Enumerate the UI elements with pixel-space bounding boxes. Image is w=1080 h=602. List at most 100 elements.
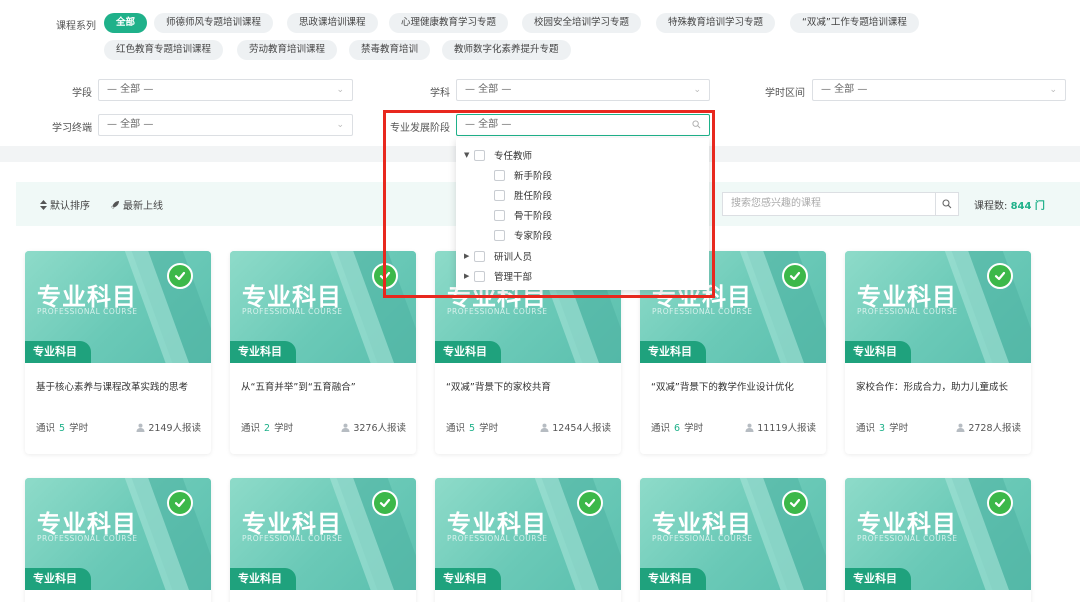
- caret-right-icon[interactable]: ▶: [464, 272, 474, 280]
- sort-default-button[interactable]: 默认排序: [40, 197, 90, 212]
- tree-node-expert[interactable]: 专家阶段: [494, 228, 552, 242]
- cover-subtitle: PROFESSIONAL COURSE: [37, 534, 138, 543]
- course-cover[interactable]: 专业科目 PROFESSIONAL COURSE 专业科目: [25, 478, 211, 590]
- dev-stage-select-value: — 全部 —: [465, 119, 512, 130]
- course-title[interactable]: 基于核心素养与课程改革实践的思考: [36, 379, 206, 393]
- category-badge: 专业科目: [435, 568, 501, 590]
- check-icon: [167, 263, 193, 289]
- cover-subtitle: PROFESSIONAL COURSE: [447, 534, 548, 543]
- sort-default-label: 默认排序: [50, 201, 90, 212]
- sort-newest-label: 最新上线: [123, 201, 163, 212]
- chip-red-education[interactable]: 红色教育专题培训课程: [104, 40, 224, 60]
- rocket-icon: [111, 200, 119, 209]
- course-cover[interactable]: 专业科目 PROFESSIONAL COURSE 专业科目: [230, 478, 416, 590]
- chip-special-edu[interactable]: 特殊教育培训学习专题: [656, 13, 776, 33]
- category-badge: 专业科目: [435, 341, 501, 363]
- checkbox[interactable]: [474, 149, 485, 161]
- caret-down-icon[interactable]: ▼: [464, 151, 474, 159]
- course-category: 通识: [446, 423, 466, 434]
- chip-safety[interactable]: 校园安全培训学习专题: [522, 13, 642, 33]
- course-count: 课程数: 844 门: [974, 197, 1045, 212]
- course-cover[interactable]: 专业科目 PROFESSIONAL COURSE 专业科目: [640, 478, 826, 590]
- course-search-input[interactable]: 搜索您感兴趣的课程: [722, 192, 952, 216]
- tree-node-researcher[interactable]: ▶ 研训人员: [464, 249, 532, 263]
- course-hours-value: 6: [674, 423, 681, 434]
- subject-select-value: — 全部 —: [465, 84, 512, 95]
- course-cover[interactable]: 专业科目 PROFESSIONAL COURSE 专业科目: [435, 478, 621, 590]
- tree-node-label: 专任教师: [494, 151, 533, 162]
- course-hours-unit: 学时: [479, 423, 499, 434]
- course-title[interactable]: 从“五育并举”到“五育融合”: [241, 379, 411, 393]
- course-title[interactable]: “双减”背景下的家校共育: [446, 379, 616, 393]
- course-category: 通识: [651, 423, 671, 434]
- caret-right-icon[interactable]: ▶: [464, 252, 474, 260]
- course-hours: 通识 5 学时: [446, 420, 498, 434]
- course-enrollment-text: 2149人报读: [148, 423, 201, 434]
- checkbox[interactable]: [494, 169, 505, 181]
- tree-node-label: 胜任阶段: [514, 191, 553, 202]
- cover-subtitle: PROFESSIONAL COURSE: [652, 307, 753, 316]
- tree-node-competent[interactable]: 胜任阶段: [494, 188, 552, 202]
- subject-select[interactable]: — 全部 — ⌄: [456, 79, 710, 101]
- course-title[interactable]: 家校合作：形成合力，助力儿童成长: [856, 379, 1026, 393]
- course-cover[interactable]: 专业科目 PROFESSIONAL COURSE 专业科目: [230, 251, 416, 363]
- course-enrollment-text: 3276人报读: [353, 423, 406, 434]
- tree-node-label: 研训人员: [494, 252, 533, 263]
- chip-all[interactable]: 全部: [104, 13, 148, 33]
- tree-node-label: 新手阶段: [514, 171, 553, 182]
- category-badge: 专业科目: [640, 341, 706, 363]
- checkbox[interactable]: [494, 189, 505, 201]
- hours-select[interactable]: — 全部 — ⌄: [812, 79, 1066, 101]
- chip-labor-education[interactable]: 劳动教育培训课程: [237, 40, 338, 60]
- chip-politics[interactable]: 思政课培训课程: [287, 13, 378, 33]
- stage-select[interactable]: — 全部 — ⌄: [98, 79, 353, 101]
- course-card[interactable]: 专业科目 PROFESSIONAL COURSE 专业科目 基于核心素养与课程改…: [25, 251, 211, 454]
- tree-node-full-time-teacher[interactable]: ▼ 专任教师: [464, 148, 532, 162]
- course-card[interactable]: 专业科目 PROFESSIONAL COURSE 专业科目 家校合作：形成合力，…: [845, 251, 1031, 454]
- course-card[interactable]: 专业科目 PROFESSIONAL COURSE 专业科目: [845, 478, 1031, 602]
- checkbox[interactable]: [474, 250, 485, 262]
- terminal-select[interactable]: — 全部 — ⌄: [98, 114, 353, 136]
- course-card[interactable]: 专业科目 PROFESSIONAL COURSE 专业科目: [230, 478, 416, 602]
- course-card[interactable]: 专业科目 PROFESSIONAL COURSE 专业科目 从“五育并举”到“五…: [230, 251, 416, 454]
- course-card[interactable]: 专业科目 PROFESSIONAL COURSE 专业科目: [435, 478, 621, 602]
- course-hours-value: 2: [264, 423, 271, 434]
- course-search-button[interactable]: [935, 192, 959, 216]
- course-cover[interactable]: 专业科目 PROFESSIONAL COURSE 专业科目: [845, 478, 1031, 590]
- user-icon: [136, 423, 145, 432]
- chip-double-reduction[interactable]: “双减”工作专题培训课程: [790, 13, 919, 33]
- course-cover[interactable]: 专业科目 PROFESSIONAL COURSE 专业科目: [25, 251, 211, 363]
- sort-newest-button[interactable]: 最新上线: [110, 197, 163, 212]
- course-hours: 通识 6 学时: [651, 420, 703, 434]
- course-enrollment: 3276人报读: [341, 420, 406, 434]
- chip-ethics[interactable]: 师德师风专题培训课程: [154, 13, 274, 33]
- tree-node-manager[interactable]: ▶ 管理干部: [464, 269, 532, 283]
- course-card[interactable]: 专业科目 PROFESSIONAL COURSE 专业科目: [25, 478, 211, 602]
- chevron-down-icon: ⌄: [1049, 85, 1057, 95]
- course-cover[interactable]: 专业科目 PROFESSIONAL COURSE 专业科目: [845, 251, 1031, 363]
- chip-mental-health[interactable]: 心理健康教育学习专题: [389, 13, 509, 33]
- course-enrollment: 2149人报读: [136, 420, 201, 434]
- dev-stage-select[interactable]: — 全部 —: [456, 114, 710, 136]
- category-badge: 专业科目: [25, 568, 91, 590]
- course-hours: 通识 3 学时: [856, 420, 908, 434]
- checkbox[interactable]: [494, 209, 505, 221]
- course-title[interactable]: “双减”背景下的教学作业设计优化: [651, 379, 821, 393]
- tree-node-novice[interactable]: 新手阶段: [494, 168, 552, 182]
- tree-node-label: 骨干阶段: [514, 211, 553, 222]
- checkbox[interactable]: [474, 270, 485, 282]
- checkbox[interactable]: [494, 229, 505, 241]
- cover-subtitle: PROFESSIONAL COURSE: [37, 307, 138, 316]
- category-badge: 专业科目: [640, 568, 706, 590]
- chip-digital-literacy[interactable]: 教师数字化素养提升专题: [442, 40, 571, 60]
- course-category: 通识: [241, 423, 261, 434]
- check-icon: [372, 490, 398, 516]
- course-hours-value: 5: [469, 423, 476, 434]
- chip-anti-drug[interactable]: 禁毒教育培训: [349, 40, 431, 60]
- check-icon: [987, 490, 1013, 516]
- check-icon: [577, 490, 603, 516]
- chevron-down-icon: ⌄: [336, 85, 344, 95]
- tree-node-backbone[interactable]: 骨干阶段: [494, 208, 552, 222]
- user-icon: [745, 423, 754, 432]
- course-card[interactable]: 专业科目 PROFESSIONAL COURSE 专业科目: [640, 478, 826, 602]
